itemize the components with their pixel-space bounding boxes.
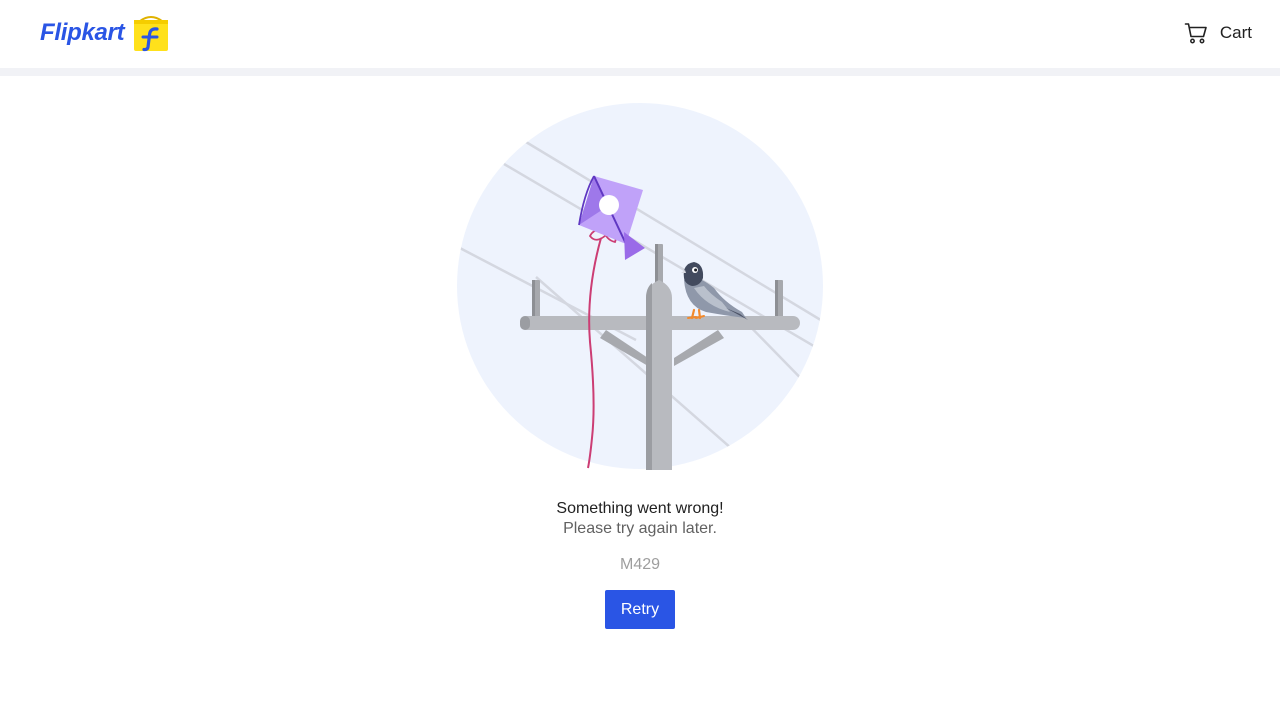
error-title: Something went wrong! <box>556 500 724 517</box>
cart-label: Cart <box>1219 23 1252 42</box>
header-bar: Flipkart Cart <box>0 0 1280 68</box>
logo-text: Flipkart <box>40 19 125 46</box>
flipkart-logo[interactable]: Flipkart <box>40 14 169 52</box>
error-subtitle: Please try again later. <box>563 520 717 537</box>
cart-icon <box>1184 23 1207 44</box>
error-illustration <box>457 103 823 470</box>
error-code: M429 <box>619 556 661 573</box>
flipkart-bag-icon <box>134 16 169 52</box>
retry-button[interactable]: Retry <box>605 590 675 629</box>
header-divider <box>0 68 1280 76</box>
cart-link[interactable]: Cart <box>1184 20 1252 46</box>
